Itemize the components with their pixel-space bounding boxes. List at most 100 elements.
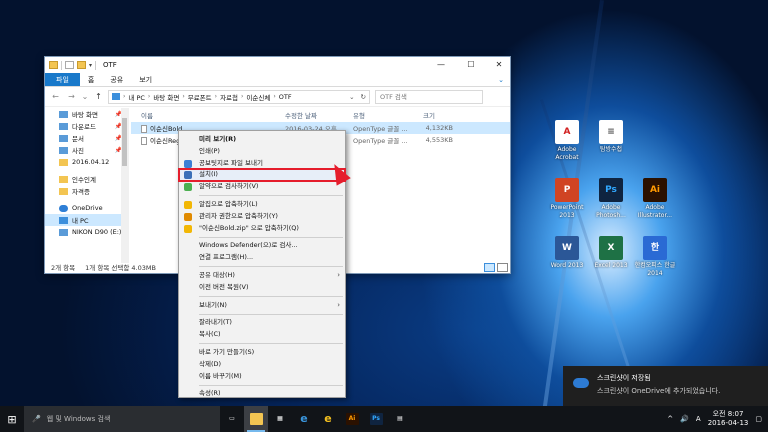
context-menu-item[interactable]: 설치(I) (178, 168, 346, 183)
picture-icon (59, 146, 68, 154)
close-button[interactable]: ✕ (485, 57, 513, 73)
sidebar-item[interactable]: 문서 📌 (45, 132, 128, 144)
context-menu-item[interactable]: 이름 바꾸기(M) (179, 371, 345, 383)
sidebar-item[interactable]: 다운로드 📌 (45, 120, 128, 132)
expand-ribbon-icon[interactable]: ⌄ (492, 73, 510, 86)
context-menu-item[interactable]: 복사(C) (179, 329, 345, 341)
sidebar-item[interactable]: NIKON D90 (E:) (45, 226, 128, 238)
menu-item-label: 바로 가기 만들기(S) (199, 347, 255, 356)
desktop-shortcut[interactable]: A Adobe Acrobat (545, 120, 589, 162)
column-name[interactable]: 이름 (131, 110, 275, 120)
column-type[interactable]: 유형 (343, 110, 413, 120)
taskbar-app-button[interactable]: e (316, 406, 340, 432)
context-menu-item[interactable]: 삭제(D) (179, 359, 345, 371)
large-icons-view-icon[interactable] (497, 263, 508, 272)
taskbar-app-button[interactable]: Ps (364, 406, 388, 432)
sidebar-item-label: OneDrive (72, 204, 103, 212)
taskbar-search-box[interactable]: 🎤 웹 및 Windows 검색 (24, 406, 220, 432)
context-menu-item[interactable]: 인쇄(P) (179, 146, 345, 158)
taskbar-app-button[interactable]: ▤ (388, 406, 412, 432)
column-size[interactable]: 크기 (413, 110, 473, 120)
maximize-button[interactable]: ☐ (457, 57, 485, 73)
sidebar-item[interactable]: 인수인계 (45, 173, 128, 185)
desktop-shortcut[interactable]: ≡ 탐방수첩 (589, 120, 633, 154)
context-menu-item[interactable]: 보내기(N) › (179, 300, 345, 312)
desktop-shortcut[interactable]: X Excel 2013 (589, 236, 633, 270)
taskbar-app-button[interactable]: ▦ (268, 406, 292, 432)
context-menu-item[interactable]: "이순신Bold.zip" 으로 압축하기(Q) (179, 223, 345, 235)
context-menu-item[interactable]: 공보팃지로 파일 보내기 (179, 158, 345, 170)
scrollbar-thumb[interactable] (122, 118, 127, 166)
file-size: 4,553KB (425, 136, 453, 144)
breadcrumb-item[interactable]: 내 PC (128, 92, 145, 102)
start-button[interactable]: ⊞ (0, 406, 24, 432)
volume-icon[interactable]: 🔊 (680, 415, 689, 423)
properties-icon[interactable] (65, 61, 74, 69)
context-menu-item[interactable]: 속성(R) (179, 388, 345, 400)
submenu-arrow-icon: › (337, 270, 340, 279)
clock-time: 오전 8:07 (712, 410, 744, 418)
up-button[interactable]: ↑ (92, 92, 105, 101)
onedrive-icon (573, 378, 589, 388)
column-date[interactable]: 수정한 날짜 (275, 110, 343, 120)
taskbar-app-button[interactable]: ▭ (220, 406, 244, 432)
sidebar-item[interactable]: OneDrive (45, 202, 128, 214)
system-tray: ^ 🔊 A 오전 8:07 2016-04-13 ▢ (667, 410, 768, 428)
show-hidden-icons-button[interactable]: ^ (667, 415, 673, 423)
context-menu-item[interactable]: 관리자 권한으로 압축하기(Y) (179, 211, 345, 223)
title-bar[interactable]: ▾ OTF — ☐ ✕ (45, 57, 510, 73)
tab-home[interactable]: 홈 (80, 73, 102, 86)
breadcrumb-item[interactable]: 무료폰트 (188, 92, 212, 102)
recent-locations-button[interactable]: ⌄ (81, 92, 89, 101)
context-menu-item[interactable]: 이전 버전 복원(V) (179, 282, 345, 294)
context-menu-item[interactable]: 알약으로 검사하기(V) (179, 181, 345, 193)
context-menu-item[interactable]: 알집으로 압축하기(L) (179, 199, 345, 211)
desktop-shortcut[interactable]: Ps Adobe Photosh... (589, 178, 633, 220)
sidebar-item[interactable]: 2016.04.12 (45, 156, 128, 168)
context-menu-item[interactable]: Windows Defender(으)로 검사... (179, 240, 345, 252)
onedrive-notification[interactable]: 스크린샷이 저장됨 스크린샷이 OneDrive에 추가되었습니다. (563, 366, 768, 406)
calculator-icon: ▤ (397, 415, 403, 422)
breadcrumb-item[interactable]: OTF (279, 93, 292, 101)
breadcrumb-item[interactable]: 자료첩 (220, 92, 238, 102)
back-button[interactable]: ← (49, 92, 62, 101)
nav-scrollbar[interactable] (121, 108, 128, 263)
tab-view[interactable]: 보기 (131, 73, 160, 86)
clock[interactable]: 오전 8:07 2016-04-13 (708, 410, 749, 428)
context-menu-item[interactable]: 바로 가기 만들기(S) (179, 347, 345, 359)
context-menu-item[interactable]: 미리 보기(R) (179, 134, 345, 146)
context-menu-item[interactable]: 잘라내기(T) (179, 317, 345, 329)
search-input[interactable]: OTF 검색 (375, 89, 483, 104)
forward-button[interactable]: → (65, 92, 78, 101)
tab-share[interactable]: 공유 (102, 73, 131, 86)
action-center-icon[interactable]: ▢ (755, 415, 762, 423)
desktop-shortcut[interactable]: P PowerPoint 2013 (545, 178, 589, 220)
sidebar-item[interactable]: 바탕 화면 📌 (45, 108, 128, 120)
quick-access-dropdown-icon[interactable]: ▾ (89, 62, 92, 69)
taskbar-app-button[interactable]: Ai (340, 406, 364, 432)
onedrive-icon (59, 204, 68, 212)
taskbar-app-button[interactable]: e (292, 406, 316, 432)
new-folder-icon[interactable] (77, 61, 86, 69)
sidebar-item[interactable]: 자격증 (45, 185, 128, 197)
desktop-shortcut-label: Excel 2013 (594, 262, 628, 269)
context-menu-item[interactable]: 연결 프로그램(H)... (179, 252, 345, 264)
details-view-icon[interactable] (484, 263, 495, 272)
sidebar-item[interactable]: 내 PC (45, 214, 128, 226)
minimize-button[interactable]: — (427, 57, 455, 73)
taskbar-app-button[interactable] (244, 406, 268, 432)
desktop-shortcut[interactable]: 한 한컴오피스 한글 2014 (633, 236, 677, 278)
address-bar[interactable]: › 내 PC › 바탕 화면 › 무료폰트 › 자료첩 › 이순신체 › OTF… (108, 89, 370, 104)
tab-file[interactable]: 파일 (45, 73, 80, 86)
breadcrumb-item[interactable]: 바탕 화면 (153, 92, 179, 102)
desktop-shortcut[interactable]: W Word 2013 (545, 236, 589, 270)
refresh-icon[interactable]: ↻ (358, 93, 369, 101)
context-menu-item[interactable]: 공유 대상(H) › (179, 270, 345, 282)
address-dropdown-icon[interactable]: ⌄ (349, 93, 354, 101)
sidebar-item[interactable]: 사진 📌 (45, 144, 128, 156)
desktop-shortcut[interactable]: Ai Adobe Illustrator... (633, 178, 677, 220)
menu-item-label: 알약으로 검사하기(V) (199, 182, 259, 191)
input-language-indicator[interactable]: A (696, 415, 701, 423)
sidebar-item-label: 자격증 (72, 188, 90, 196)
breadcrumb-item[interactable]: 이순신체 (246, 92, 270, 102)
